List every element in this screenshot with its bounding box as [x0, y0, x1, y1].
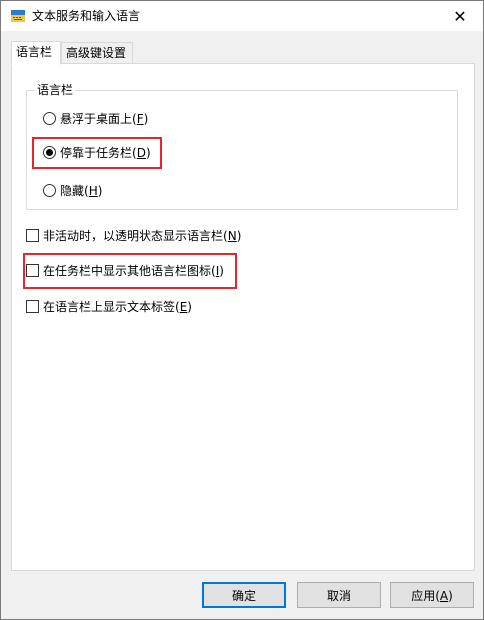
- tab-panel: 语言栏 悬浮于桌面上(F) 停靠于任务栏(D) 隐藏(H) 非活动时，以透明状态…: [11, 63, 475, 571]
- tab-advanced-key-settings[interactable]: 高级键设置: [61, 42, 133, 64]
- radio-label: 悬浮于桌面上(F): [60, 111, 149, 126]
- button-label: 应用(A): [411, 588, 453, 603]
- checkbox-show-extra-icons[interactable]: 在任务栏中显示其他语言栏图标(I): [26, 261, 224, 279]
- keyboard-app-icon: [11, 10, 25, 22]
- checkbox-box[interactable]: [26, 228, 39, 242]
- language-bar-groupbox: 语言栏 悬浮于桌面上(F) 停靠于任务栏(D) 隐藏(H): [26, 83, 458, 210]
- window-title: 文本服务和输入语言: [32, 9, 141, 23]
- title-bar: 文本服务和输入语言 ✕: [1, 1, 483, 31]
- checkbox-show-text-labels[interactable]: 在语言栏上显示文本标签(E): [26, 297, 192, 315]
- checkbox-label: 在任务栏中显示其他语言栏图标(I): [43, 263, 224, 278]
- close-icon: ✕: [453, 6, 467, 26]
- radio-button[interactable]: [43, 183, 56, 197]
- close-button[interactable]: ✕: [437, 1, 483, 31]
- tab-language-bar[interactable]: 语言栏: [11, 41, 61, 65]
- tab-label: 语言栏: [16, 45, 53, 59]
- highlight-box-dock: [32, 137, 162, 169]
- cancel-button[interactable]: 取消: [297, 582, 381, 608]
- button-label: 确定: [231, 588, 256, 603]
- apply-button[interactable]: 应用(A): [390, 582, 474, 608]
- ok-button[interactable]: 确定: [202, 582, 286, 608]
- group-legend: 语言栏: [35, 83, 76, 97]
- checkbox-box[interactable]: [26, 263, 39, 277]
- button-label: 取消: [326, 588, 351, 603]
- checkbox-box[interactable]: [26, 299, 39, 313]
- checkbox-transparent-when-inactive[interactable]: 非活动时，以透明状态显示语言栏(N): [26, 226, 241, 244]
- radio-float-on-desktop[interactable]: 悬浮于桌面上(F): [43, 109, 148, 127]
- radio-label: 隐藏(H): [60, 183, 103, 198]
- checkbox-label: 在语言栏上显示文本标签(E): [43, 299, 192, 314]
- radio-hidden[interactable]: 隐藏(H): [43, 181, 102, 199]
- checkbox-label: 非活动时，以透明状态显示语言栏(N): [43, 228, 242, 243]
- radio-button[interactable]: [43, 111, 56, 125]
- dialog-window: 文本服务和输入语言 ✕ 语言栏 高级键设置 语言栏 悬浮于桌面上(F) 停靠于任…: [0, 0, 484, 620]
- tab-label: 高级键设置: [66, 46, 127, 60]
